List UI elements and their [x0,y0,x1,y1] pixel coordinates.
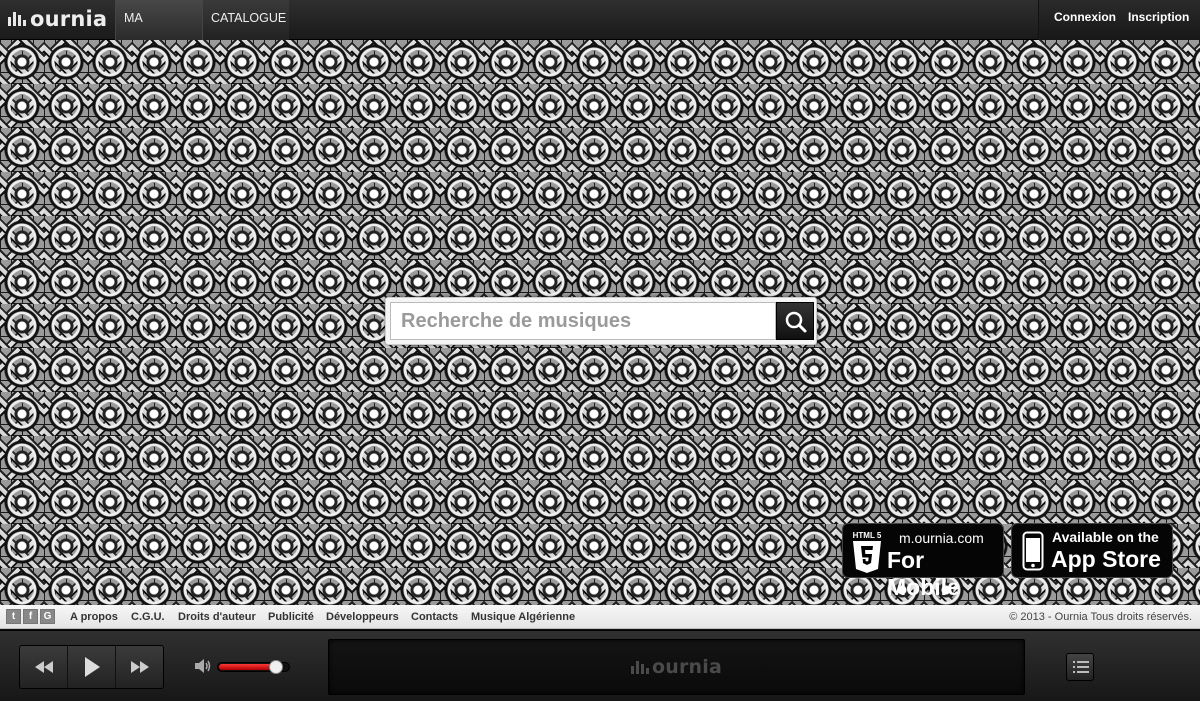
background-pattern: HTML 5 m.ournia.com For Mobile Available… [0,40,1200,605]
search-icon [785,311,807,333]
logo-bars-icon [8,12,26,26]
play-icon [84,657,100,677]
twitter-icon[interactable]: t [6,609,21,624]
fast-forward-icon [130,661,149,673]
footer-link-apropos[interactable]: A propos [70,605,118,629]
signup-link[interactable]: Inscription [1128,0,1189,35]
nav-catalogue[interactable]: CATALOGUE [202,0,289,40]
login-link[interactable]: Connexion [1054,0,1116,35]
copyright-text: © 2013 - Ournia Tous droits réservés. [1009,611,1192,623]
mobile-site-badge[interactable]: HTML 5 m.ournia.com For Mobile [842,523,1004,600]
search-box [385,297,817,345]
html5-icon: HTML 5 [853,531,882,573]
logo-text: ournia [30,7,108,31]
rewind-button[interactable] [20,646,68,688]
rewind-icon [34,661,53,673]
player-logo-text: ournia [652,656,723,678]
footer-link-contacts[interactable]: Contacts [411,605,458,629]
footer-link-developpeurs[interactable]: Développeurs [326,605,399,629]
music-player: ournia [0,630,1200,701]
search-button[interactable] [776,302,814,340]
footer-link-musique-algerienne[interactable]: Musique Algérienne [471,605,575,629]
volume-slider[interactable] [217,660,290,674]
fast-forward-button[interactable] [116,646,163,688]
now-playing-display: ournia [328,639,1025,695]
app-store-badge[interactable]: Available on the App Store [1011,523,1173,578]
app-store-label: App Store [1051,546,1161,572]
iphone-icon [1022,531,1044,571]
footer-link-publicite[interactable]: Publicité [268,605,314,629]
logo-bars-icon [631,660,649,674]
volume-slider-handle[interactable] [269,660,283,674]
ournia-logo[interactable]: ournia [8,5,116,33]
footer-link-droits[interactable]: Droits d'auteur [178,605,256,629]
auth-links: Connexion Inscription [1038,0,1200,40]
for-mobile-label: For Mobile [887,547,960,600]
footer-links-bar: t f G A propos C.G.U. Droits d'auteur Pu… [0,605,1200,629]
available-label: Available on the [1052,529,1159,545]
html5-badge-text: HTML 5 [853,531,882,540]
playback-controls [19,645,164,689]
footer-link-cgu[interactable]: C.G.U. [131,605,165,629]
play-button[interactable] [68,646,116,688]
google-icon[interactable]: G [40,609,55,624]
player-logo: ournia [631,656,722,678]
top-navigation-bar: ournia MA MUSIQUE CATALOGUE Connexion In… [0,0,1200,61]
facebook-icon[interactable]: f [23,609,38,624]
volume-icon[interactable] [195,659,211,673]
list-icon [1073,661,1089,673]
mobile-url: m.ournia.com [899,530,984,546]
search-input[interactable] [390,302,776,340]
nav-ma-musique[interactable]: MA MUSIQUE [115,0,203,61]
playlist-button[interactable] [1066,653,1094,681]
